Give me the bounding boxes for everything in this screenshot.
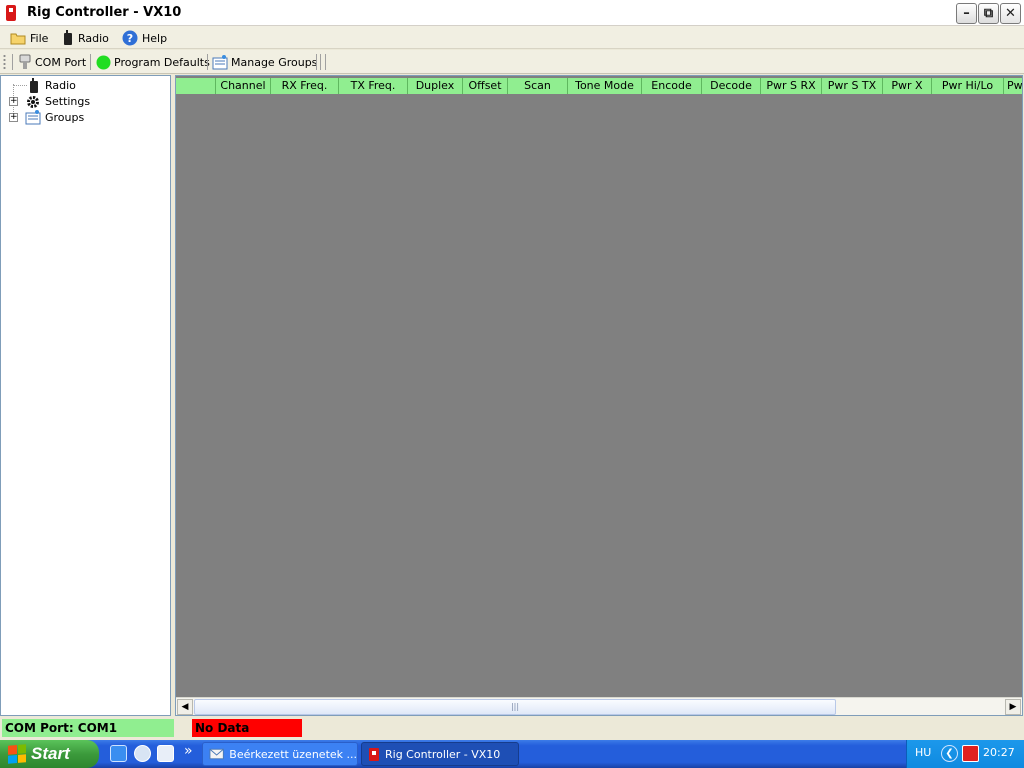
column-header-pw-partial[interactable]: Pw xyxy=(1004,78,1022,94)
toolbar-separator xyxy=(12,54,13,70)
expand-icon[interactable]: + xyxy=(9,97,18,106)
radio-icon xyxy=(64,30,72,45)
toolbar: COM Port Program Defaults Manage Groups xyxy=(0,50,1024,74)
menu-file[interactable]: File xyxy=(10,29,48,47)
tray-app-icon[interactable] xyxy=(962,745,979,762)
window-title: Rig Controller - VX10 xyxy=(27,5,182,20)
minimize-icon: – xyxy=(963,6,970,21)
outlook-express-icon[interactable] xyxy=(157,745,174,762)
column-header-decode[interactable]: Decode xyxy=(702,78,761,94)
navigation-tree[interactable]: Radio + Settings + Groups xyxy=(0,75,171,716)
radio-icon xyxy=(30,78,38,93)
task-rig-controller[interactable]: Rig Controller - VX10 xyxy=(361,742,519,766)
app-radio-icon xyxy=(6,5,16,21)
mail-icon xyxy=(209,748,224,760)
column-header-scan[interactable]: Scan xyxy=(508,78,568,94)
task-inbox-label: Beérkezett üzenetek ... xyxy=(229,747,357,761)
start-label: Start xyxy=(31,744,70,763)
status-bar: COM Port: COM1 Selected No Data Loaded xyxy=(0,716,1024,753)
column-header-tx-freq[interactable]: TX Freq. xyxy=(339,78,408,94)
tree-item-settings-label: Settings xyxy=(45,95,91,108)
internet-explorer-icon[interactable] xyxy=(110,745,127,762)
menu-help[interactable]: ? Help xyxy=(122,29,167,47)
scroll-thumb[interactable]: ||| xyxy=(194,699,836,715)
com-port-status: COM Port: COM1 Selected xyxy=(2,719,174,753)
manage-groups-button[interactable]: Manage Groups xyxy=(212,53,317,71)
minimize-button[interactable]: – xyxy=(956,3,977,24)
task-rig-controller-label: Rig Controller - VX10 xyxy=(385,747,501,761)
toolbar-separator xyxy=(325,54,326,70)
menu-radio[interactable]: Radio xyxy=(62,29,109,47)
green-status-icon xyxy=(96,55,111,69)
column-header-pwr-hi-lo[interactable]: Pwr Hi/Lo xyxy=(932,78,1004,94)
scroll-left-icon[interactable]: ◀ xyxy=(177,699,193,715)
column-header-tone-mode[interactable]: Tone Mode xyxy=(568,78,642,94)
toolbar-separator xyxy=(316,54,317,70)
svg-text:?: ? xyxy=(127,32,133,45)
toolbar-separator xyxy=(90,54,91,70)
toolbar-separator xyxy=(320,54,321,70)
toolbar-separator xyxy=(207,54,208,70)
menu-help-label: Help xyxy=(142,31,168,45)
com-port-button[interactable]: COM Port xyxy=(18,53,86,71)
maximize-button[interactable]: ⧉ xyxy=(978,3,999,24)
title-bar[interactable]: Rig Controller - VX10 – ⧉ ✕ xyxy=(0,0,1024,26)
grid-header: Channel RX Freq. TX Freq. Duplex Offset … xyxy=(176,78,1022,94)
network-icon[interactable] xyxy=(134,745,151,762)
menu-bar: File Radio ? Help xyxy=(0,26,1024,49)
toolbar-grip[interactable] xyxy=(3,54,6,70)
manage-groups-label: Manage Groups xyxy=(231,55,318,69)
tree-item-radio-label: Radio xyxy=(45,79,76,92)
column-header-offset[interactable]: Offset xyxy=(463,78,508,94)
column-header-channel[interactable]: Channel xyxy=(216,78,271,94)
menu-radio-label: Radio xyxy=(78,31,109,45)
app-radio-icon xyxy=(369,748,379,761)
restore-icon: ⧉ xyxy=(983,6,994,21)
tree-connector xyxy=(13,85,27,86)
program-defaults-label: Program Defaults xyxy=(114,55,210,69)
column-header-pwr-x[interactable]: Pwr X xyxy=(883,78,932,94)
program-defaults-button[interactable]: Program Defaults xyxy=(96,53,210,71)
system-tray: HU ❮ 20:27 xyxy=(906,740,1024,768)
data-status: No Data Loaded xyxy=(192,719,302,753)
horizontal-scrollbar[interactable]: ◀ ||| ▶ xyxy=(176,697,1022,715)
close-button[interactable]: ✕ xyxy=(1000,3,1021,24)
close-icon: ✕ xyxy=(1005,6,1016,21)
column-header-pwr-s-tx[interactable]: Pwr S TX xyxy=(822,78,883,94)
start-button[interactable]: Start xyxy=(0,740,99,768)
column-header-encode[interactable]: Encode xyxy=(642,78,702,94)
gear-icon xyxy=(27,96,39,108)
expand-icon[interactable]: + xyxy=(9,113,18,122)
channel-grid[interactable]: Channel RX Freq. TX Freq. Duplex Offset … xyxy=(175,75,1023,716)
menu-file-label: File xyxy=(30,31,49,45)
groups-icon xyxy=(212,54,228,69)
clock[interactable]: 20:27 xyxy=(983,746,1015,759)
row-header-column[interactable] xyxy=(176,78,216,94)
com-port-label: COM Port xyxy=(35,55,87,69)
language-indicator[interactable]: HU xyxy=(915,746,931,759)
column-header-pwr-s-rx[interactable]: Pwr S RX xyxy=(761,78,822,94)
taskbar: Start » Beérkezett üzenetek ... Rig Cont… xyxy=(0,740,1024,768)
scroll-right-icon[interactable]: ▶ xyxy=(1005,699,1021,715)
tree-item-groups-label: Groups xyxy=(45,111,85,124)
task-inbox[interactable]: Beérkezett üzenetek ... xyxy=(202,742,358,766)
windows-logo-icon xyxy=(8,744,26,764)
groups-icon xyxy=(25,110,41,125)
show-hidden-icons-button[interactable]: ❮ xyxy=(941,745,958,762)
folder-icon xyxy=(10,33,26,45)
column-header-duplex[interactable]: Duplex xyxy=(408,78,463,94)
quicklaunch-more-button[interactable]: » xyxy=(184,743,193,759)
com-port-icon xyxy=(19,54,31,69)
help-icon: ? xyxy=(122,30,138,46)
column-header-rx-freq[interactable]: RX Freq. xyxy=(271,78,339,94)
